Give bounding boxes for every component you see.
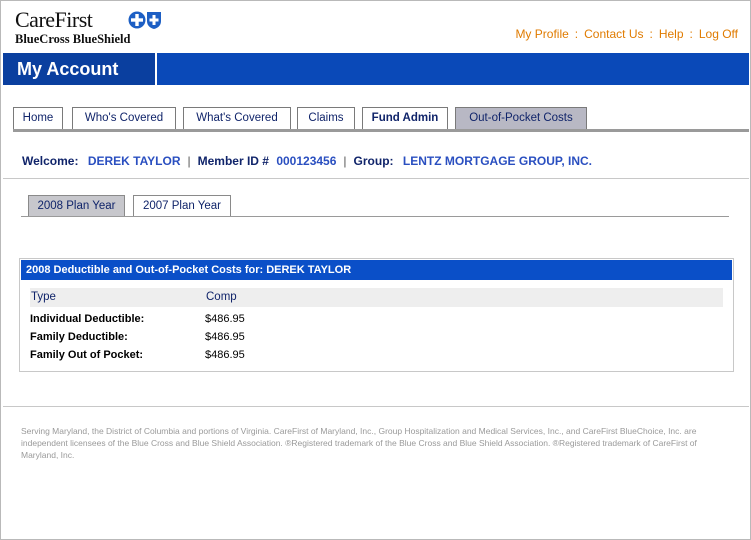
footer-legal-text: Serving Maryland, the District of Columb… [21,426,697,460]
col-type: Type [31,291,56,303]
cross-shield-icon [128,11,161,29]
contact-us-link[interactable]: Contact Us [584,27,643,41]
row-label: Individual Deductible: [30,313,145,325]
welcome-label: Welcome: [22,154,79,168]
member-name: DEREK TAYLOR [87,154,181,168]
row-label: Family Deductible: [30,331,128,343]
tab-2008-plan-year[interactable]: 2008 Plan Year [28,195,125,217]
member-id-label: Member ID # [197,154,269,168]
tab-2007-plan-year[interactable]: 2007 Plan Year [133,195,231,217]
col-comp: Comp [206,291,237,303]
row-value: $486.95 [205,331,245,343]
carefirst-logo[interactable]: CareFirst BlueCross BlueShield [15,9,161,47]
link-separator: : [649,27,653,41]
row-value: $486.95 [205,349,245,361]
page-title: My Account [3,53,157,85]
help-link[interactable]: Help [659,27,684,41]
link-separator: : [689,27,693,41]
tab-whats-covered[interactable]: What's Covered [183,107,291,130]
page-frame: CareFirst BlueCross BlueShield My Profil… [0,0,751,540]
tab-home[interactable]: Home [13,107,63,130]
group-name: LENTZ MORTGAGE GROUP, INC. [402,154,592,168]
row-label: Family Out of Pocket: [30,349,144,361]
tab-whos-covered[interactable]: Who's Covered [72,107,176,130]
table-row: Family Out of Pocket: $486.95 [30,346,723,364]
link-separator: : [574,27,579,41]
tab-out-of-pocket-costs[interactable]: Out-of-Pocket Costs [455,107,587,130]
welcome-bar: Welcome: DEREK TAYLOR | Member ID # 000123… [22,154,592,168]
log-off-link[interactable]: Log Off [699,27,738,41]
panel-header: 2008 Deductible and Out-of-Pocket Costs … [21,260,732,280]
top-links: My Profile: Contact Us: Help: Log Off [515,27,738,41]
my-profile-link[interactable]: My Profile [515,27,568,41]
tabs-divider [13,129,749,132]
tab-fund-admin[interactable]: Fund Admin [362,107,448,130]
row-value: $486.95 [205,313,245,325]
table-header: Type Comp [30,288,723,307]
group-label: Group: [353,154,394,168]
footer-divider [3,406,749,407]
divider [3,178,749,179]
tab-claims[interactable]: Claims [297,107,355,130]
logo-tagline: BlueCross BlueShield [15,32,131,46]
plan-tabs-divider [21,216,729,217]
table-row: Family Deductible: $486.95 [30,328,723,346]
member-id: 000123456 [276,154,337,168]
table-row: Individual Deductible: $486.95 [30,310,723,328]
costs-panel: 2008 Deductible and Out-of-Pocket Costs … [19,258,734,372]
